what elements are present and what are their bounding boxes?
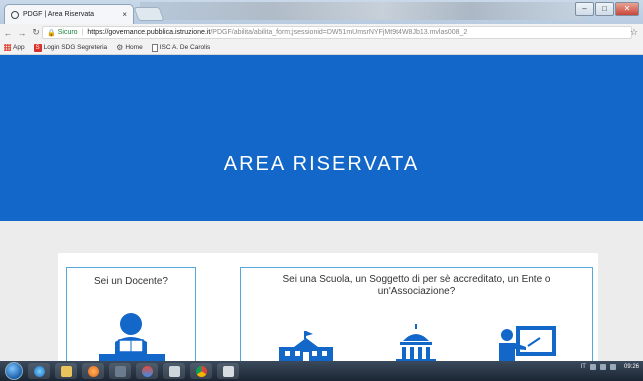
bookmark-star-icon[interactable]: ☆ xyxy=(630,27,638,38)
minimize-button[interactable]: – xyxy=(575,2,594,16)
maximize-button[interactable]: □ xyxy=(595,2,614,16)
bookmark-label: Home xyxy=(125,44,143,51)
volume-icon[interactable] xyxy=(599,364,606,370)
url-path: /PDGF/abilita/abilita_form;jsessionid=DW… xyxy=(210,29,468,36)
hero-banner: AREA RISERVATA xyxy=(0,55,643,221)
new-tab-button[interactable] xyxy=(133,7,165,21)
taskbar-chrome[interactable] xyxy=(190,363,212,379)
windows-taskbar: IT 09:26 xyxy=(0,361,643,381)
language-indicator[interactable]: IT xyxy=(581,364,586,370)
bookmark-label: App xyxy=(13,44,25,51)
taskbar-recorder[interactable] xyxy=(217,363,239,379)
institution-dome-icon xyxy=(396,324,436,363)
teacher-board-icon xyxy=(499,326,556,363)
recorder-icon xyxy=(222,365,234,377)
tab-close-icon[interactable]: × xyxy=(122,10,127,19)
lock-icon: 🔒 xyxy=(47,29,56,37)
start-button[interactable] xyxy=(5,362,23,380)
bookmarks-bar: App S Login SDG Segreteria ⚙ Home ISC A.… xyxy=(0,41,643,55)
paint-icon xyxy=(141,365,153,377)
sdg-icon: S xyxy=(33,43,42,52)
url-separator: | xyxy=(81,29,84,36)
gear-icon: ⚙ xyxy=(116,43,124,52)
taskbar-paint[interactable] xyxy=(136,363,158,379)
bookmark-label: ISC A. De Carolis xyxy=(159,44,211,51)
forward-icon[interactable]: → xyxy=(16,28,28,38)
page-icon xyxy=(151,43,158,52)
url-host: https://governance.pubblica.istruzione.i… xyxy=(87,29,211,36)
tab-favicon-icon xyxy=(11,10,19,19)
bookmark-login-sdg[interactable]: S Login SDG Segreteria xyxy=(33,43,108,52)
close-window-button[interactable]: ✕ xyxy=(615,2,639,16)
clock[interactable]: 09:26 xyxy=(624,364,639,370)
browser-window: PDGF | Area Riservata × – □ ✕ ← → ↻ 🔒 Si… xyxy=(0,0,643,381)
apps-icon xyxy=(4,44,11,51)
chrome-icon xyxy=(195,365,207,377)
school-building-icon xyxy=(279,331,333,363)
window-controls: – □ ✕ xyxy=(575,2,639,16)
page-title: AREA RISERVATA xyxy=(223,152,420,175)
taskbar-media-player[interactable] xyxy=(82,363,104,379)
media-center-icon xyxy=(114,365,126,377)
media-player-icon xyxy=(87,365,99,377)
address-bar-row: ← → ↻ 🔒 Sicuro | https://governance.pubb… xyxy=(0,24,643,41)
reload-icon[interactable]: ↻ xyxy=(30,27,42,38)
flag-icon[interactable] xyxy=(609,364,616,370)
tab-title: PDGF | Area Riservata xyxy=(23,11,95,18)
docente-panel-title: Sei un Docente? xyxy=(94,276,168,287)
back-icon[interactable]: ← xyxy=(2,28,14,38)
url-input[interactable]: 🔒 Sicuro | https://governance.pubblica.i… xyxy=(42,26,632,39)
network-icon[interactable] xyxy=(589,364,596,370)
scuola-panel-title: Sei una Scuola, un Soggetto di per sè ac… xyxy=(282,274,551,297)
bookmark-isc[interactable]: ISC A. De Carolis xyxy=(151,43,211,52)
internet-explorer-icon xyxy=(33,365,45,377)
bookmark-apps[interactable]: App xyxy=(4,44,25,51)
calculator-icon xyxy=(168,365,180,377)
taskbar-calculator[interactable] xyxy=(163,363,185,379)
blurred-background xyxy=(140,2,580,20)
system-tray: IT 09:26 xyxy=(581,364,639,370)
title-bar: PDGF | Area Riservata × – □ ✕ xyxy=(0,0,643,24)
taskbar-media-center[interactable] xyxy=(109,363,131,379)
bookmark-label: Login SDG Segreteria xyxy=(43,44,108,51)
bookmark-home[interactable]: ⚙ Home xyxy=(116,43,143,52)
taskbar-folder[interactable] xyxy=(55,363,77,379)
taskbar-explorer[interactable] xyxy=(28,363,50,379)
folder-icon xyxy=(60,365,72,377)
browser-tab[interactable]: PDGF | Area Riservata × xyxy=(4,4,134,24)
teacher-reading-icon xyxy=(99,313,165,364)
secure-label: Sicuro xyxy=(57,29,78,36)
